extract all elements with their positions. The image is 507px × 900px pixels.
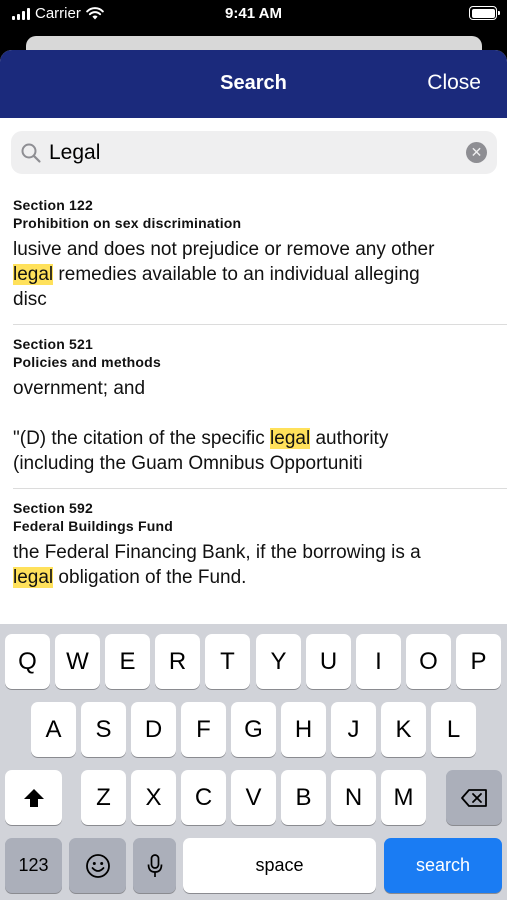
result-heading: Policies and methods bbox=[13, 354, 161, 370]
search-field[interactable]: ✕ bbox=[11, 131, 497, 174]
key-b[interactable]: B bbox=[281, 770, 326, 825]
key-c[interactable]: C bbox=[181, 770, 226, 825]
key-x[interactable]: X bbox=[131, 770, 176, 825]
list-item[interactable]: Section 122 Prohibition on sex discrimin… bbox=[0, 186, 507, 324]
key-p[interactable]: P bbox=[456, 634, 501, 689]
result-snippet: the Federal Financing Bank, if the borro… bbox=[13, 540, 494, 590]
key-l[interactable]: L bbox=[431, 702, 476, 757]
key-f[interactable]: F bbox=[181, 702, 226, 757]
battery-icon bbox=[469, 6, 500, 20]
match-highlight: legal bbox=[270, 428, 311, 449]
result-section: Section 592 bbox=[13, 500, 94, 516]
snippet-text: obligation of the Fund. bbox=[53, 567, 247, 588]
search-input[interactable] bbox=[49, 131, 459, 174]
clear-icon[interactable]: ✕ bbox=[466, 142, 487, 163]
key-q[interactable]: Q bbox=[5, 634, 50, 689]
key-u[interactable]: U bbox=[306, 634, 351, 689]
key-t[interactable]: T bbox=[205, 634, 250, 689]
search-icon bbox=[21, 143, 41, 163]
list-item[interactable]: Section 592 Federal Buildings Fund the F… bbox=[13, 488, 507, 602]
key-m[interactable]: M bbox=[381, 770, 426, 825]
backspace-key[interactable] bbox=[446, 770, 502, 825]
emoji-key[interactable] bbox=[69, 838, 126, 893]
results-list: Section 122 Prohibition on sex discrimin… bbox=[0, 186, 507, 602]
snippet-text: lusive and does not prejudice or remove … bbox=[13, 239, 435, 260]
key-j[interactable]: J bbox=[331, 702, 376, 757]
result-section: Section 122 bbox=[13, 197, 94, 213]
microphone-key[interactable] bbox=[133, 838, 176, 893]
search-key[interactable]: search bbox=[384, 838, 502, 893]
key-z[interactable]: Z bbox=[81, 770, 126, 825]
match-highlight: legal bbox=[13, 567, 54, 588]
snippet-text: the Federal Financing Bank, if the borro… bbox=[13, 542, 421, 563]
space-key[interactable]: space bbox=[183, 838, 376, 893]
key-a[interactable]: A bbox=[31, 702, 76, 757]
status-bar: Carrier 9:41 AM bbox=[0, 0, 507, 30]
result-snippet: overnment; and "(D) the citation of the … bbox=[13, 376, 494, 476]
result-section: Section 521 bbox=[13, 336, 94, 352]
key-k[interactable]: K bbox=[381, 702, 426, 757]
result-heading: Prohibition on sex discrimination bbox=[13, 215, 242, 231]
shift-key[interactable] bbox=[5, 770, 62, 825]
close-button[interactable]: Close bbox=[427, 71, 481, 95]
key-g[interactable]: G bbox=[231, 702, 276, 757]
snippet-text: overnment; and "(D) the citation of the … bbox=[13, 378, 265, 449]
shift-icon bbox=[23, 788, 44, 807]
microphone-icon bbox=[147, 853, 162, 877]
nav-bar: Search Close bbox=[0, 50, 507, 118]
match-highlight: legal bbox=[13, 264, 54, 285]
key-d[interactable]: D bbox=[131, 702, 176, 757]
backspace-icon bbox=[461, 788, 487, 807]
key-r[interactable]: R bbox=[155, 634, 200, 689]
numbers-key[interactable]: 123 bbox=[5, 838, 62, 893]
emoji-icon bbox=[85, 853, 110, 878]
key-w[interactable]: W bbox=[55, 634, 100, 689]
key-h[interactable]: H bbox=[281, 702, 326, 757]
result-snippet: lusive and does not prejudice or remove … bbox=[13, 237, 494, 312]
search-bar: ✕ bbox=[0, 118, 507, 186]
keyboard: Q W E R T Y U I O P A S D F G H J K L Z … bbox=[0, 624, 507, 900]
status-time: 9:41 AM bbox=[225, 5, 282, 22]
list-item[interactable]: Section 521 Policies and methods overnme… bbox=[13, 324, 507, 488]
snippet-text: remedies available to an individual alle… bbox=[13, 264, 420, 310]
key-i[interactable]: I bbox=[356, 634, 401, 689]
result-heading: Federal Buildings Fund bbox=[13, 518, 173, 534]
key-s[interactable]: S bbox=[81, 702, 126, 757]
key-o[interactable]: O bbox=[406, 634, 451, 689]
key-n[interactable]: N bbox=[331, 770, 376, 825]
key-v[interactable]: V bbox=[231, 770, 276, 825]
key-y[interactable]: Y bbox=[256, 634, 301, 689]
key-e[interactable]: E bbox=[105, 634, 150, 689]
